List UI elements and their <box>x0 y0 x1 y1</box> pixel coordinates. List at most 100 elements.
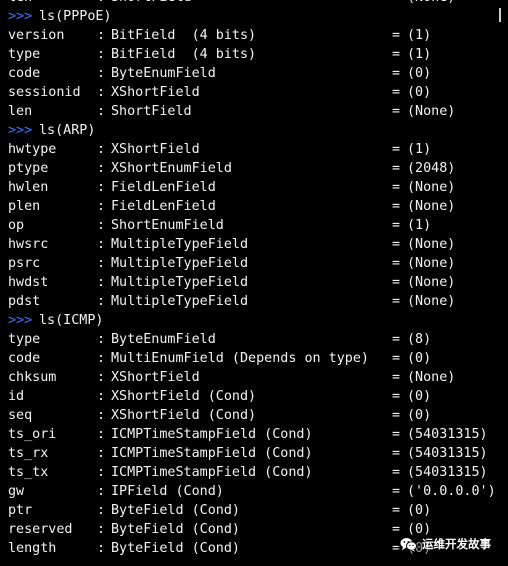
equals-sign: = <box>392 180 401 195</box>
field-name: gw <box>8 484 25 499</box>
field-row: len: ShortField = (None) <box>8 102 508 121</box>
field-name: ptr <box>8 503 33 518</box>
command-line: >>> ls(ICMP) <box>8 311 508 330</box>
field-type: ByteEnumField <box>111 66 216 81</box>
field-type: BitField (4 bits) <box>111 47 257 62</box>
equals-sign: = <box>392 332 401 347</box>
equals-sign: = <box>392 142 401 157</box>
field-name: pdst <box>8 294 41 309</box>
colon-separator: : <box>97 66 106 81</box>
field-type: ICMPTimeStampField (Cond) <box>111 427 313 442</box>
field-row: len: ShortField = (None) <box>8 0 508 7</box>
equals-sign: = <box>392 47 401 62</box>
watermark: 运维开发故事 <box>398 534 493 554</box>
equals-sign: = <box>392 465 401 480</box>
field-name: length <box>8 541 57 556</box>
equals-sign: = <box>392 0 400 7</box>
field-type: MultipleTypeField <box>111 294 249 309</box>
field-type: XShortField (Cond) <box>111 389 257 404</box>
field-type: BitField (4 bits) <box>111 28 257 43</box>
colon-separator: : <box>97 256 106 271</box>
field-name: len <box>8 104 33 119</box>
default-value: (0) <box>407 85 432 100</box>
colon-separator: : <box>97 275 106 290</box>
equals-sign: = <box>392 104 401 119</box>
field-row: type: ByteEnumField = (8) <box>8 330 508 349</box>
field-name: psrc <box>8 256 41 271</box>
field-type: MultipleTypeField <box>111 256 249 271</box>
colon-separator: : <box>97 351 106 366</box>
equals-sign: = <box>392 427 401 442</box>
default-value: (None) <box>407 370 456 385</box>
default-value: (2048) <box>407 161 456 176</box>
default-value: (None) <box>407 104 456 119</box>
field-type: FieldLenField <box>111 180 216 195</box>
field-type: XShortField <box>111 370 200 385</box>
field-name: ts_ori <box>8 427 57 442</box>
colon-separator: : <box>97 161 106 176</box>
equals-sign: = <box>392 370 401 385</box>
field-name: op <box>8 218 25 233</box>
field-row: ts_tx: ICMPTimeStampField (Cond) = (5403131… <box>8 463 508 482</box>
field-row: psrc: MultipleTypeField = (None) <box>8 254 508 273</box>
default-value: (54031315) <box>407 427 488 442</box>
terminal-window[interactable]: len: ShortField = (None) >>> ls(PPPoE) version… <box>0 0 508 566</box>
colon-separator: : <box>97 370 106 385</box>
field-name: reserved <box>8 522 73 537</box>
equals-sign: = <box>392 199 401 214</box>
field-type: MultipleTypeField <box>111 237 249 252</box>
command-text: ls(ARP) <box>39 123 96 138</box>
default-value: (0) <box>407 503 432 518</box>
field-row: ts_rx: ICMPTimeStampField (Cond) = (5403131… <box>8 444 508 463</box>
equals-sign: = <box>392 218 401 233</box>
equals-sign: = <box>392 389 401 404</box>
field-type: XShortField <box>111 85 200 100</box>
field-row: seq: XShortField (Cond) = (0) <box>8 406 508 425</box>
command-line: >>> ls(PPPoE) <box>8 7 508 26</box>
field-name: type <box>8 47 41 62</box>
colon-separator: : <box>97 28 106 43</box>
field-type: ByteField (Cond) <box>111 522 240 537</box>
default-value: (None) <box>407 294 456 309</box>
default-value: (None) <box>407 256 456 271</box>
default-value: (None) <box>407 180 456 195</box>
field-name: sessionid <box>8 85 81 100</box>
colon-separator: : <box>97 427 106 442</box>
command-line: >>> ls(ARP) <box>8 121 508 140</box>
field-type: XShortEnumField <box>111 161 232 176</box>
colon-separator: : <box>97 408 106 423</box>
field-name: hwlen <box>8 180 49 195</box>
field-row: ptype: XShortEnumField = (2048) <box>8 159 508 178</box>
field-name: ptype <box>8 161 49 176</box>
field-type: FieldLenField <box>111 199 216 214</box>
field-row: id: XShortField (Cond) = (0) <box>8 387 508 406</box>
field-type: MultipleTypeField <box>111 275 249 290</box>
field-type: IPField (Cond) <box>111 484 224 499</box>
terminal-output: len: ShortField = (None) >>> ls(PPPoE) version… <box>8 0 508 558</box>
field-name: type <box>8 332 41 347</box>
default-value: (8) <box>407 332 432 347</box>
field-name: ts_tx <box>8 465 49 480</box>
equals-sign: = <box>392 237 401 252</box>
default-value: (0) <box>407 351 432 366</box>
colon-separator: : <box>97 541 106 556</box>
equals-sign: = <box>392 66 401 81</box>
command-text: ls(ICMP) <box>39 313 104 328</box>
field-row: pdst: MultipleTypeField = (None) <box>8 292 508 311</box>
colon-separator: : <box>97 503 106 518</box>
equals-sign: = <box>392 275 401 290</box>
field-row: code: MultiEnumField (Depends on type) = (0… <box>8 349 508 368</box>
colon-separator: : <box>97 465 106 480</box>
field-row: hwtype: XShortField = (1) <box>8 140 508 159</box>
command-text: ls(PPPoE) <box>39 9 112 24</box>
wechat-icon <box>400 537 417 552</box>
field-type: ICMPTimeStampField (Cond) <box>111 465 313 480</box>
colon-separator: : <box>97 104 106 119</box>
default-value: (1) <box>407 28 432 43</box>
field-row: sessionid: XShortField = (0) <box>8 83 508 102</box>
equals-sign: = <box>392 484 401 499</box>
default-value: (None) <box>407 199 456 214</box>
colon-separator: : <box>97 47 106 62</box>
equals-sign: = <box>392 256 401 271</box>
field-name: plen <box>8 199 41 214</box>
